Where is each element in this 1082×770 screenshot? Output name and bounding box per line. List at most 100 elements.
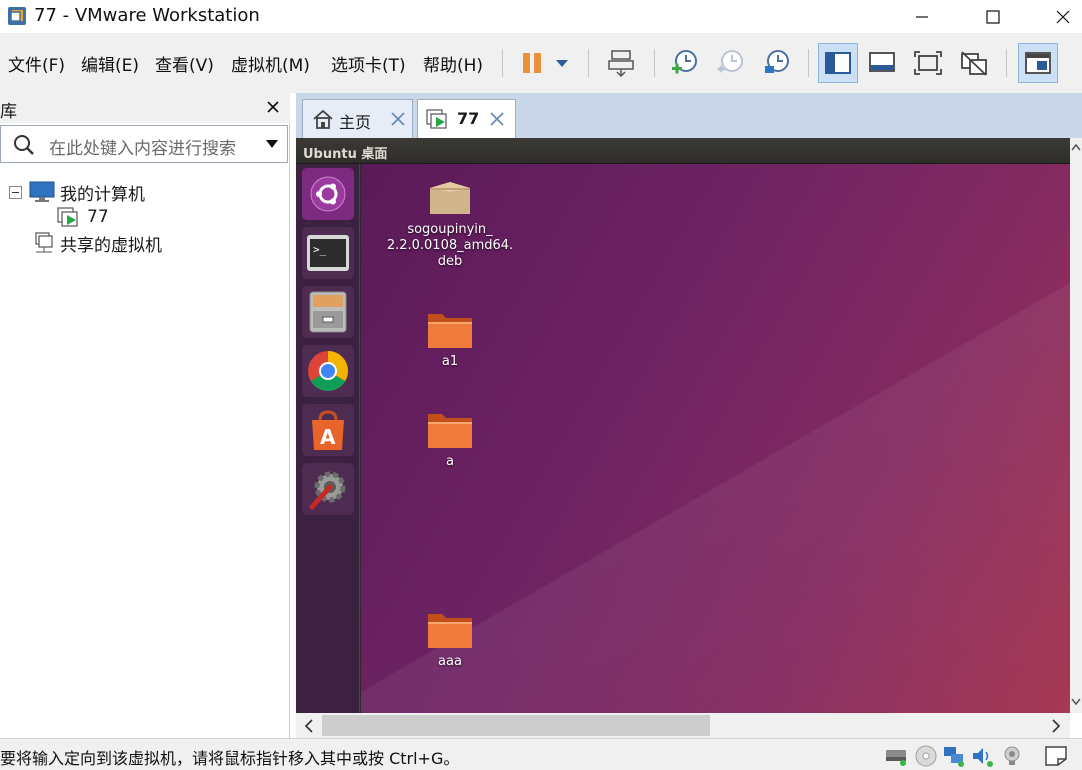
toolbar-divider xyxy=(588,49,589,77)
vm-running-icon xyxy=(426,109,447,129)
svg-text:>_: >_ xyxy=(313,243,327,256)
menu-edit[interactable]: 编辑(E) xyxy=(81,51,139,76)
usb-device-icon[interactable] xyxy=(1000,745,1024,767)
close-library-icon[interactable] xyxy=(263,97,283,117)
close-button[interactable] xyxy=(1040,0,1082,33)
tree-label-shared: 共享的虚拟机 xyxy=(60,235,162,256)
status-message: 要将输入定向到该虚拟机，请将鼠标指针移入其中或按 Ctrl+G。 xyxy=(0,749,460,768)
close-tab-icon[interactable] xyxy=(488,110,506,128)
unity-button[interactable] xyxy=(954,43,994,83)
console-view-button[interactable] xyxy=(1018,43,1058,83)
menu-vm[interactable]: 虚拟机(M) xyxy=(231,51,310,76)
sound-card-icon[interactable] xyxy=(970,745,994,767)
network-adapter-icon[interactable] xyxy=(942,745,966,767)
desktop-item-folder-aaa[interactable]: aaa xyxy=(385,610,515,670)
toolbar-divider xyxy=(808,49,809,77)
send-ctrl-alt-del-button[interactable] xyxy=(601,43,641,83)
computer-icon xyxy=(29,181,55,202)
toolbar-divider xyxy=(654,49,655,77)
horizontal-scroll-thumb[interactable] xyxy=(322,715,710,736)
tab-home[interactable]: 主页 xyxy=(302,99,413,138)
chrome-icon xyxy=(308,351,348,391)
scroll-up-icon[interactable] xyxy=(1070,140,1082,154)
terminal-icon: >_ xyxy=(307,235,349,271)
file-cabinet-icon xyxy=(309,291,347,333)
fit-guest-button[interactable] xyxy=(862,43,902,83)
scroll-left-icon[interactable] xyxy=(301,718,317,734)
library-panel-icon xyxy=(825,52,851,74)
keyboard-send-icon xyxy=(608,50,634,77)
launcher-ubuntu-dash[interactable] xyxy=(302,168,354,220)
menu-view[interactable]: 查看(V) xyxy=(155,51,214,76)
launcher-system-settings[interactable] xyxy=(302,463,354,515)
message-log-icon[interactable] xyxy=(1044,745,1068,767)
desktop-item-label: a1 xyxy=(441,354,459,369)
library-title: 库 xyxy=(0,102,17,122)
scroll-down-icon[interactable] xyxy=(1070,695,1082,709)
vm-console[interactable]: Ubuntu 桌面 >_ A sogoupinyin_ 2.2.0.0108_a… xyxy=(296,138,1070,713)
close-icon xyxy=(1056,10,1070,23)
snapshot-add-icon xyxy=(672,50,697,74)
launcher-terminal[interactable]: >_ xyxy=(302,227,354,279)
desktop-item-label: aaa xyxy=(438,654,462,669)
chevron-down-icon xyxy=(556,60,568,67)
menu-toolbar: 文件(F) 编辑(E) 查看(V) 虚拟机(M) 选项卡(T) 帮助(H) xyxy=(0,33,1082,93)
launcher-chrome[interactable] xyxy=(302,345,354,397)
library-header: 库 xyxy=(0,93,290,123)
maximize-button[interactable] xyxy=(970,0,1016,33)
software-center-icon: A xyxy=(312,410,344,450)
menu-help[interactable]: 帮助(H) xyxy=(423,51,483,76)
pause-icon xyxy=(523,53,541,73)
minimize-icon xyxy=(916,15,928,18)
menu-tabs[interactable]: 选项卡(T) xyxy=(331,51,406,76)
desktop-item-deb-package[interactable]: sogoupinyin_ 2.2.0.0108_amd64. deb xyxy=(385,178,515,270)
tree-label-vm: 77 xyxy=(87,207,109,227)
launcher-software-center[interactable]: A xyxy=(302,404,354,456)
tree-item-vm-77[interactable]: 77 xyxy=(57,205,109,229)
desktop-item-folder-a1[interactable]: a1 xyxy=(385,310,515,370)
vertical-scrollbar[interactable] xyxy=(1070,138,1082,713)
collapse-icon[interactable] xyxy=(9,185,22,199)
maximize-icon xyxy=(986,9,1000,24)
folder-icon xyxy=(428,314,472,348)
library-panel: 库 在此处键入内容进行搜索 我的计算机 77 共享的虚拟机 xyxy=(0,93,290,738)
snapshot-manager-icon xyxy=(765,50,789,73)
tab-vm-label: 77 xyxy=(457,109,480,128)
launcher-files[interactable] xyxy=(302,286,354,338)
desktop-item-label: a xyxy=(446,454,454,469)
tab-strip: 主页 77 xyxy=(296,93,1082,138)
settings-gear-icon xyxy=(309,471,346,510)
folder-icon xyxy=(428,414,472,448)
scroll-right-icon[interactable] xyxy=(1048,718,1064,734)
tab-vm-77[interactable]: 77 xyxy=(417,99,516,138)
search-dropdown-icon[interactable] xyxy=(265,139,279,149)
tree-item-shared-vms[interactable]: 共享的虚拟机 xyxy=(33,231,162,256)
pause-dropdown-button[interactable] xyxy=(546,43,578,83)
menu-file[interactable]: 文件(F) xyxy=(8,51,65,76)
show-library-button[interactable] xyxy=(818,43,858,83)
tree-item-my-computer[interactable]: 我的计算机 xyxy=(9,180,145,205)
revert-snapshot-button[interactable] xyxy=(710,43,750,83)
full-screen-icon xyxy=(914,51,942,75)
package-icon xyxy=(430,182,470,214)
horizontal-scrollbar[interactable] xyxy=(296,713,1070,738)
shared-vms-icon xyxy=(35,232,53,253)
vmware-app-icon xyxy=(8,7,26,25)
ubuntu-launcher: >_ A xyxy=(296,164,360,713)
unity-mode-icon xyxy=(961,51,987,76)
desktop-item-label: sogoupinyin_ 2.2.0.0108_amd64. deb xyxy=(386,222,514,269)
tree-label-my-computer: 我的计算机 xyxy=(60,184,145,205)
cd-dvd-icon[interactable] xyxy=(914,745,938,767)
ubuntu-desktop[interactable]: sogoupinyin_ 2.2.0.0108_amd64. deb a1 a xyxy=(361,164,1070,713)
close-tab-icon[interactable] xyxy=(389,110,407,128)
minimize-button[interactable] xyxy=(899,0,945,33)
fit-window-icon xyxy=(869,52,895,72)
snapshot-manager-button[interactable] xyxy=(756,43,796,83)
take-snapshot-button[interactable] xyxy=(664,43,704,83)
hard-disk-icon[interactable] xyxy=(884,745,908,767)
full-screen-button[interactable] xyxy=(908,43,948,83)
guest-top-bar: Ubuntu 桌面 xyxy=(296,138,1070,164)
desktop-item-folder-a[interactable]: a xyxy=(385,410,515,470)
title-bar: 77 - VMware Workstation xyxy=(0,0,1082,33)
library-search-input[interactable]: 在此处键入内容进行搜索 xyxy=(0,125,288,163)
